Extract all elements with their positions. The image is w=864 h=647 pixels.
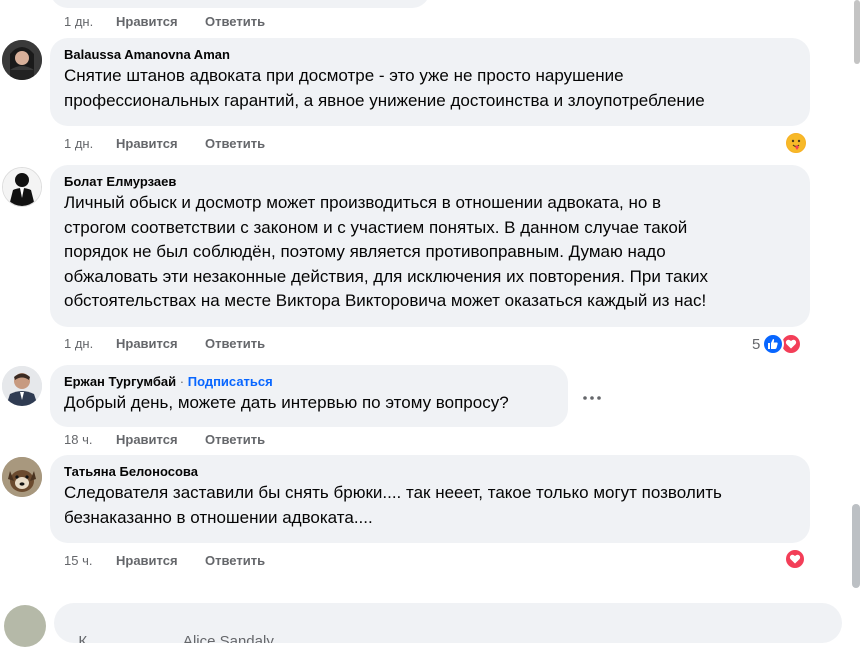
like-button[interactable]: Нравится — [116, 432, 205, 448]
avatar[interactable] — [2, 40, 42, 80]
reply-button[interactable]: Ответить — [205, 553, 265, 569]
comment-author[interactable]: Болат Елмурзаев — [64, 173, 798, 191]
more-options-icon[interactable] — [582, 390, 602, 401]
comment-actions: 18 ч. Нравится Ответить — [64, 432, 265, 448]
reaction-summary[interactable]: 5 — [752, 333, 803, 355]
avatar-image — [2, 40, 42, 80]
comment-input-placeholder: К Alice Sandaly — [78, 633, 274, 643]
comment-text: Добрый день, можете дать интервью по это… — [64, 393, 509, 412]
comment-bubble: Balaussa Amanovna Aman Снятие штанов адв… — [50, 38, 810, 126]
avatar-image — [2, 457, 42, 497]
comment-author-line: Ержан Тургумбай · Подписаться — [64, 373, 556, 391]
reply-button[interactable]: Ответить — [205, 136, 265, 152]
comment-time[interactable]: 15 ч. — [64, 553, 116, 569]
scrollbar-top-thumb[interactable] — [854, 0, 860, 64]
avatar[interactable] — [4, 605, 46, 647]
avatar-image — [3, 168, 41, 206]
comment-input[interactable]: К Alice Sandaly — [54, 603, 842, 643]
comment-author[interactable]: Татьяна Белоносова — [64, 463, 798, 481]
comment-actions: 1 дн. Нравится Ответить — [64, 136, 265, 152]
comment-time[interactable]: 1 дн. — [64, 336, 116, 352]
like-button[interactable]: Нравится — [116, 14, 205, 30]
comment-bubble: Ержан Тургумбай · Подписаться Добрый ден… — [50, 365, 568, 427]
comment-actions: 15 ч. Нравится Ответить — [64, 553, 265, 569]
comment-time[interactable]: 1 дн. — [64, 136, 116, 152]
avatar[interactable] — [2, 457, 42, 497]
comment-bubble: Болат Елмурзаев Личный обыск и досмотр м… — [50, 165, 810, 327]
comment-bubble: Татьяна Белоносова Следователя заставили… — [50, 455, 810, 543]
comment-time[interactable]: 1 дн. — [64, 14, 116, 30]
love-reaction-icon — [784, 548, 806, 570]
like-reaction-icon — [762, 333, 785, 355]
reaction-count: 5 — [752, 335, 761, 353]
avatar-image — [2, 366, 42, 406]
separator: · — [179, 374, 185, 389]
comment-time[interactable]: 18 ч. — [64, 432, 116, 448]
comment-text: Личный обыск и досмотр может производить… — [64, 193, 709, 310]
reply-button[interactable]: Ответить — [205, 432, 265, 448]
reply-button[interactable]: Ответить — [205, 336, 265, 352]
comment-author[interactable]: Ержан Тургумбай — [64, 374, 176, 389]
scrollbar-thumb[interactable] — [852, 504, 860, 588]
previous-comment-bubble — [50, 0, 430, 8]
reaction-summary[interactable] — [784, 548, 806, 570]
like-button[interactable]: Нравится — [116, 136, 205, 152]
comment-author[interactable]: Balaussa Amanovna Aman — [64, 46, 798, 64]
avatar[interactable] — [2, 366, 42, 406]
comment-actions: 1 дн. Нравится Ответить — [64, 336, 265, 352]
care-emoji-icon — [784, 131, 808, 155]
avatar[interactable] — [2, 167, 42, 207]
like-button[interactable]: Нравится — [116, 553, 205, 569]
comment-text: Следователя заставили бы снять брюки....… — [64, 483, 722, 527]
follow-button[interactable]: Подписаться — [188, 374, 273, 389]
reply-button[interactable]: Ответить — [205, 14, 265, 30]
comment-actions: 1 дн. Нравится Ответить — [64, 14, 265, 30]
reaction-summary[interactable] — [784, 131, 808, 155]
comment-text: Снятие штанов адвоката при досмотре - эт… — [64, 66, 705, 110]
like-button[interactable]: Нравится — [116, 336, 205, 352]
